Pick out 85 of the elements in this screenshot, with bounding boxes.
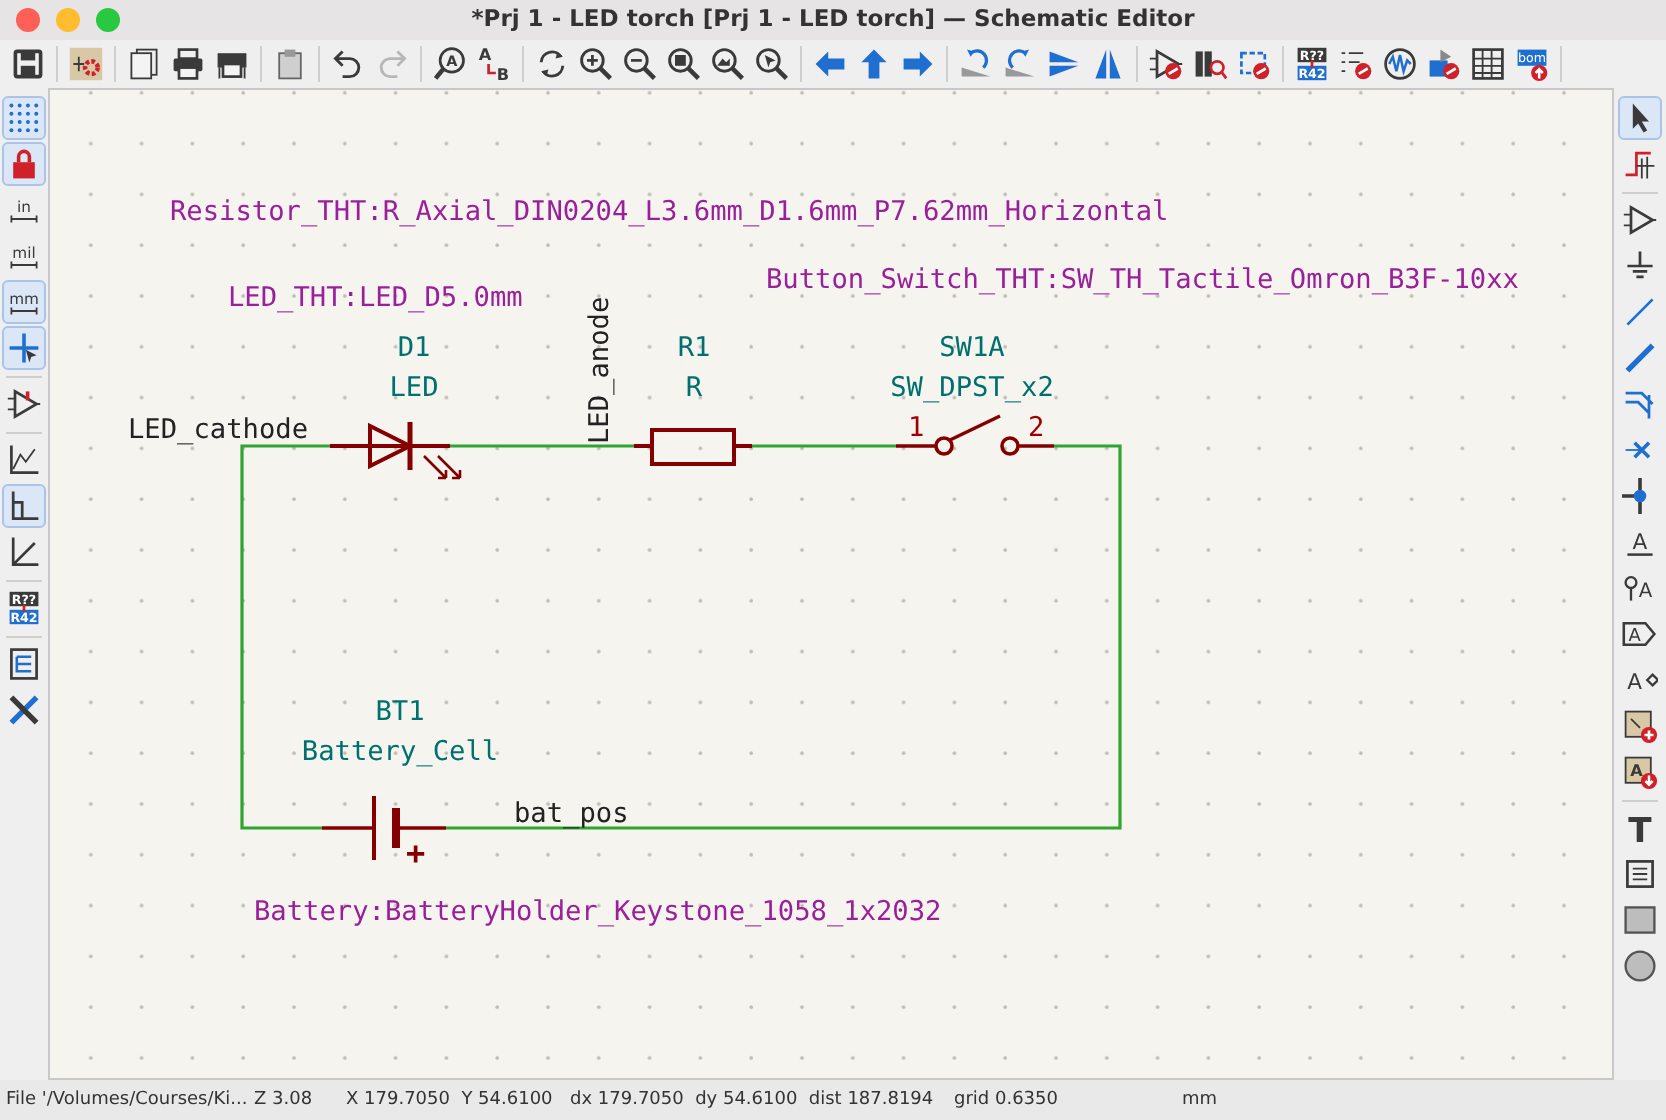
resistor-symbol[interactable]	[631, 428, 754, 466]
grid-dots-button[interactable]	[1, 96, 46, 140]
zoom-selection-button[interactable]	[750, 42, 794, 86]
refresh-icon	[534, 46, 570, 82]
paste-icon	[272, 46, 308, 82]
wire-tool-icon	[1622, 294, 1659, 330]
schematic-setup-icon	[68, 46, 104, 82]
component-value: LED	[389, 372, 439, 404]
crosshair-button[interactable]	[1, 326, 46, 370]
zoom-fit-icon	[666, 46, 702, 82]
polarity-mark: +	[405, 834, 426, 872]
select-button[interactable]	[1618, 96, 1663, 140]
footprint-text: Button_Switch_THT:SW_TH_Tactile_Omron_B3F-10xx	[765, 264, 1519, 296]
switch-symbol[interactable]	[894, 414, 1056, 456]
symbol-tool-icon	[1622, 202, 1659, 238]
power-icon	[1622, 248, 1659, 284]
hidden-pins-icon	[5, 386, 42, 422]
zoom-out-button[interactable]	[618, 42, 662, 86]
net-label: bat_pos	[513, 798, 629, 830]
footprint-text: LED_THT:LED_D5.0mm	[227, 282, 523, 314]
footprint-text: Battery:BatteryHolder_Keystone_1058_1x2032	[253, 896, 942, 928]
bus-entry-icon	[1622, 386, 1659, 422]
zoom-out-icon	[622, 46, 658, 82]
battery-symbol[interactable]	[320, 796, 448, 860]
pin-number: 1	[907, 412, 925, 444]
footprint-editor-icon	[1236, 46, 1272, 82]
reference-designator: SW1A	[939, 332, 1005, 364]
redo-icon	[374, 46, 410, 82]
zoom-objects-button[interactable]	[706, 42, 750, 86]
zoom-in-button[interactable]	[574, 42, 618, 86]
line-free-icon	[5, 442, 42, 478]
status-field: dx 179.7050 dy 54.6100 dist 187.8194	[570, 1088, 954, 1112]
status-field: grid 0.6350	[954, 1088, 1182, 1112]
footprint-text: Resistor_THT:R_Axial_DIN0204_L3.6mm_D1.6mm_P7.62mm_Horizontal	[169, 196, 1169, 228]
nav-up-icon	[856, 46, 892, 82]
rotate-ccw-icon	[958, 46, 994, 82]
rotate-cw-icon	[1002, 46, 1038, 82]
textbox-icon	[1622, 856, 1659, 892]
reference-designator: BT1	[375, 696, 425, 728]
padlock-button[interactable]	[1, 142, 46, 186]
nav-right-icon	[900, 46, 936, 82]
zoom-objects-icon	[710, 46, 746, 82]
net-label: LED_cathode	[127, 414, 308, 446]
save-icon	[10, 46, 46, 82]
ratsnest-icon	[1622, 146, 1659, 182]
nav-left-icon	[812, 46, 848, 82]
hierarchy-icon	[5, 646, 42, 682]
library-browser-icon	[1192, 46, 1228, 82]
zoom-fit-button[interactable]	[662, 42, 706, 86]
zoom-selection-icon	[754, 46, 790, 82]
schematic-setup-button[interactable]	[64, 42, 108, 86]
symbol-editor-icon	[1148, 46, 1184, 82]
status-field: Z 3.08	[254, 1088, 346, 1112]
component-value: Battery_Cell	[301, 736, 499, 768]
mirror-horizontal-icon	[1090, 46, 1126, 82]
bus-tool-icon	[1622, 340, 1659, 376]
reference-designator: D1	[397, 332, 431, 364]
grid-dots-icon	[5, 100, 42, 136]
rectangle-tool-icon	[1622, 902, 1659, 938]
pin-number: 2	[1027, 412, 1045, 444]
zoom-in-icon	[578, 46, 614, 82]
status-field: X 179.7050 Y 54.6100	[346, 1088, 570, 1112]
pcb-editor-icon	[1426, 46, 1462, 82]
led-symbol[interactable]	[329, 422, 462, 480]
fields-table-icon	[1470, 46, 1506, 82]
simulator-icon	[1382, 46, 1418, 82]
status-field: File '/Volumes/Courses/Ki...	[6, 1088, 254, 1112]
crosshair-icon	[5, 330, 42, 366]
sheet-import-icon	[1622, 708, 1659, 744]
net-label: LED_anode	[583, 296, 616, 444]
window-title: *Prj 1 - LED torch [Prj 1 - LED torch] — Schematic Editor	[471, 2, 1195, 37]
mirror-vertical-icon	[1046, 46, 1082, 82]
erc-icon	[1338, 46, 1374, 82]
reference-designator: R1	[677, 332, 711, 364]
simulator-button[interactable]	[1378, 42, 1422, 86]
circle-tool-icon	[1622, 948, 1659, 984]
component-value: SW_DPST_x2	[889, 372, 1054, 404]
tools-icon	[5, 692, 42, 728]
print-icon	[170, 46, 206, 82]
page-settings-icon	[126, 46, 162, 82]
undo-icon	[330, 46, 366, 82]
component-value: R	[685, 372, 702, 404]
line-90-button[interactable]	[1, 484, 46, 528]
status-field: mm	[1182, 1088, 1302, 1112]
fields-table-button[interactable]	[1466, 42, 1510, 86]
